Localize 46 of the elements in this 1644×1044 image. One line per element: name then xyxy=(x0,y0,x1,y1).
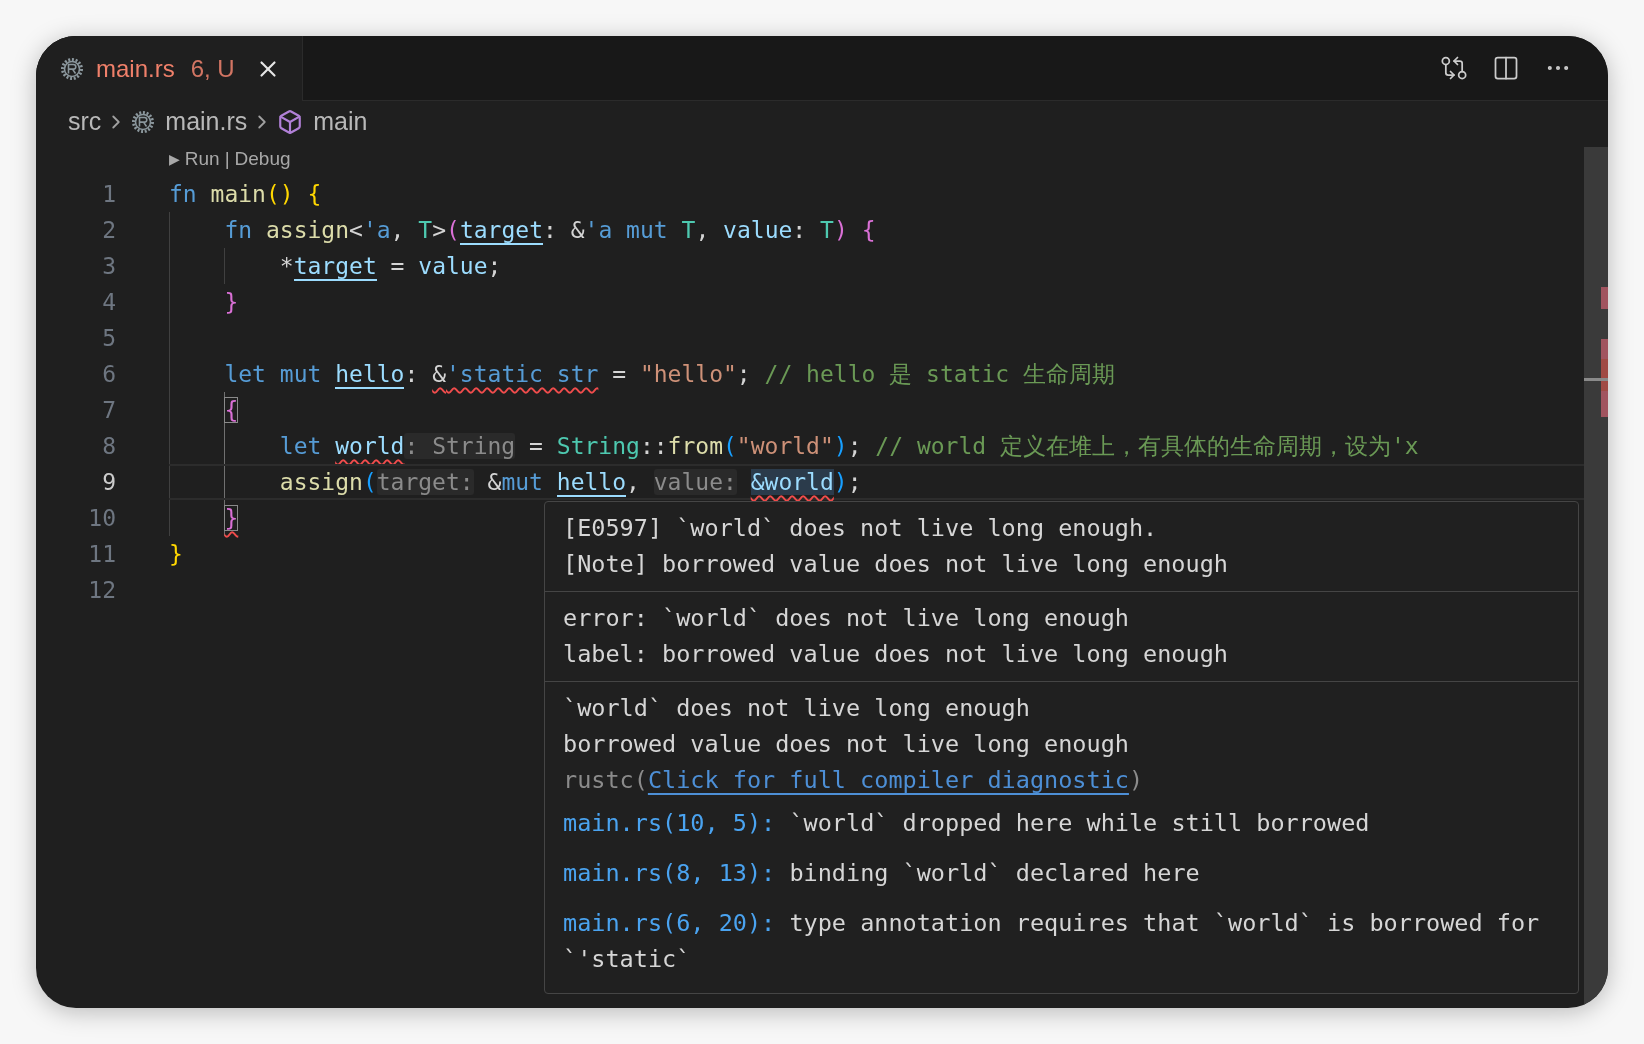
code-line: fn main() { xyxy=(169,180,322,209)
breadcrumb-item[interactable]: src xyxy=(68,107,102,136)
breadcrumb-item[interactable]: main.rs xyxy=(131,107,248,136)
code-line: fn assign<'a, T>(target: &'a mut T, value: T) { xyxy=(223,216,876,245)
line-number: 9 xyxy=(101,468,116,497)
diagnostic-text: `world` does not live long enough xyxy=(563,693,1031,724)
line-number: 8 xyxy=(101,432,116,461)
line-number: 12 xyxy=(87,576,116,605)
codelens-link[interactable]: Debug xyxy=(234,148,291,170)
diagnostic-text: label: borrowed value does not live long enough xyxy=(563,639,1229,670)
breadcrumb-item[interactable]: main xyxy=(277,107,368,136)
code-line: let mut hello: &'static str = "hello"; // hello 是 static 生命周期 xyxy=(223,360,1115,389)
rust-gear-icon xyxy=(60,56,84,81)
diagnostic-link[interactable]: Click for full compiler diagnostic xyxy=(647,766,1129,794)
location-link[interactable]: main.rs(6, 20): xyxy=(563,909,776,937)
related-info: main.rs(6, 20): type annotation requires that `world` is borrowed for `'static` xyxy=(563,908,1541,975)
code-line: assign(target: &mut hello, value: &world); xyxy=(278,468,862,497)
line-number: 7 xyxy=(101,396,116,425)
code-line: *target = value; xyxy=(278,252,502,281)
play-icon: ▶ xyxy=(169,151,180,167)
line-number: 5 xyxy=(101,324,116,353)
code-line: } xyxy=(223,504,239,533)
line-number: 4 xyxy=(101,288,116,317)
related-info: main.rs(8, 13): binding `world` declared here xyxy=(563,858,1201,889)
line-number: 3 xyxy=(101,252,116,281)
related-info: main.rs(10, 5): `world` dropped here while still borrowed xyxy=(563,808,1371,839)
code-line: let world: String = String::from("world"); // world 定义在堆上，有具体的生命周期，设为'x xyxy=(278,432,1419,461)
code-line: { xyxy=(223,396,239,425)
diagnostic-text: [E0597] `world` does not live long enough. xyxy=(563,513,1159,544)
line-number: 11 xyxy=(87,540,116,569)
location-link[interactable]: main.rs(8, 13): xyxy=(563,859,776,887)
codelens-link[interactable]: Run xyxy=(184,148,220,170)
editor-tab[interactable]: main.rs 6, U xyxy=(36,36,303,101)
line-number: 2 xyxy=(101,216,116,245)
codelens-separator: | xyxy=(224,148,230,170)
rust-gear-icon xyxy=(131,109,156,134)
diagnostic-text: error: `world` does not live long enough xyxy=(563,603,1130,634)
line-number: 10 xyxy=(87,504,116,533)
line-number: 6 xyxy=(101,360,116,389)
code-line: } xyxy=(169,540,183,569)
code-line: } xyxy=(223,288,239,317)
diagnostic-text: borrowed value does not live long enough rustc(Click for full compiler diagnostic) xyxy=(563,729,1145,796)
line-number: 1 xyxy=(101,180,116,209)
cube-icon xyxy=(277,108,304,135)
location-link[interactable]: main.rs(10, 5): xyxy=(563,809,776,837)
diagnostic-text: [Note] borrowed value does not live long enough xyxy=(563,549,1229,580)
